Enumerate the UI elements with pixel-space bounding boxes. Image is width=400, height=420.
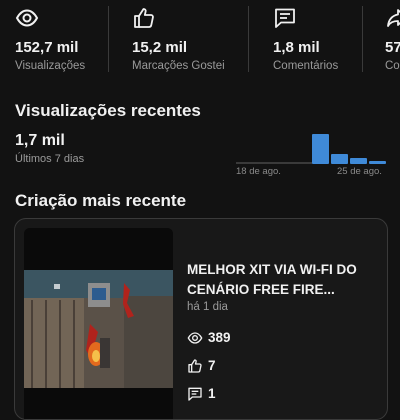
share-icon [387, 9, 400, 27]
stat-label: Visualizações [15, 60, 86, 72]
thumbs-up-icon [134, 8, 154, 28]
sparkline-bar [312, 134, 329, 164]
stats-row: 152,7 mil Visualizações 15,2 mil Marcaçõ… [0, 0, 400, 80]
thumbs-up-icon [188, 359, 202, 373]
recent-views-heading: Visualizações recentes [15, 101, 201, 120]
latest-creation-heading: Criação mais recente [15, 191, 187, 210]
stat-shares[interactable]: 57 Co [385, 6, 400, 72]
divider [248, 6, 249, 72]
stat-comments[interactable]: 1,8 mil Comentários [273, 6, 338, 72]
sparkline-baseline [236, 162, 312, 164]
sparkline-bar [369, 161, 386, 164]
video-title[interactable]: MELHOR XIT VIA WI-FI DO CENÁRIO FREE FIR… [187, 260, 377, 300]
divider [362, 6, 363, 72]
stat-value: 152,7 mil [15, 39, 79, 56]
stat-value: 1,8 mil [273, 39, 320, 56]
stat-label: Co [385, 60, 400, 72]
sparkline-bar [331, 154, 348, 164]
video-views-value: 389 [208, 330, 231, 345]
eye-icon [15, 9, 39, 27]
sparkline-start-label: 18 de ago. [236, 166, 281, 177]
sparkline-bar [350, 158, 367, 164]
stat-value: 57 [385, 39, 400, 56]
video-comments-value: 1 [208, 386, 216, 401]
stat-label: Comentários [273, 60, 339, 72]
stat-value: 15,2 mil [132, 39, 188, 56]
recent-views-period: Últimos 7 dias [15, 153, 85, 165]
comment-icon [275, 8, 295, 28]
video-age: há 1 dia [187, 301, 228, 313]
stat-label: Marcações Gostei [132, 60, 225, 72]
video-thumbnail[interactable] [24, 228, 173, 419]
stat-likes[interactable]: 15,2 mil Marcações Gostei [132, 6, 225, 72]
sparkline-end-label: 25 de ago. [337, 166, 382, 177]
eye-icon [187, 332, 203, 344]
stat-views[interactable]: 152,7 mil Visualizações [15, 6, 85, 72]
recent-views-value: 1,7 mil [15, 132, 65, 149]
video-likes-value: 7 [208, 358, 216, 373]
divider [108, 6, 109, 72]
video-thumbnail-image [24, 228, 173, 419]
latest-video-card[interactable]: MELHOR XIT VIA WI-FI DO CENÁRIO FREE FIR… [14, 218, 388, 420]
recent-views-sparkline[interactable] [236, 128, 386, 164]
